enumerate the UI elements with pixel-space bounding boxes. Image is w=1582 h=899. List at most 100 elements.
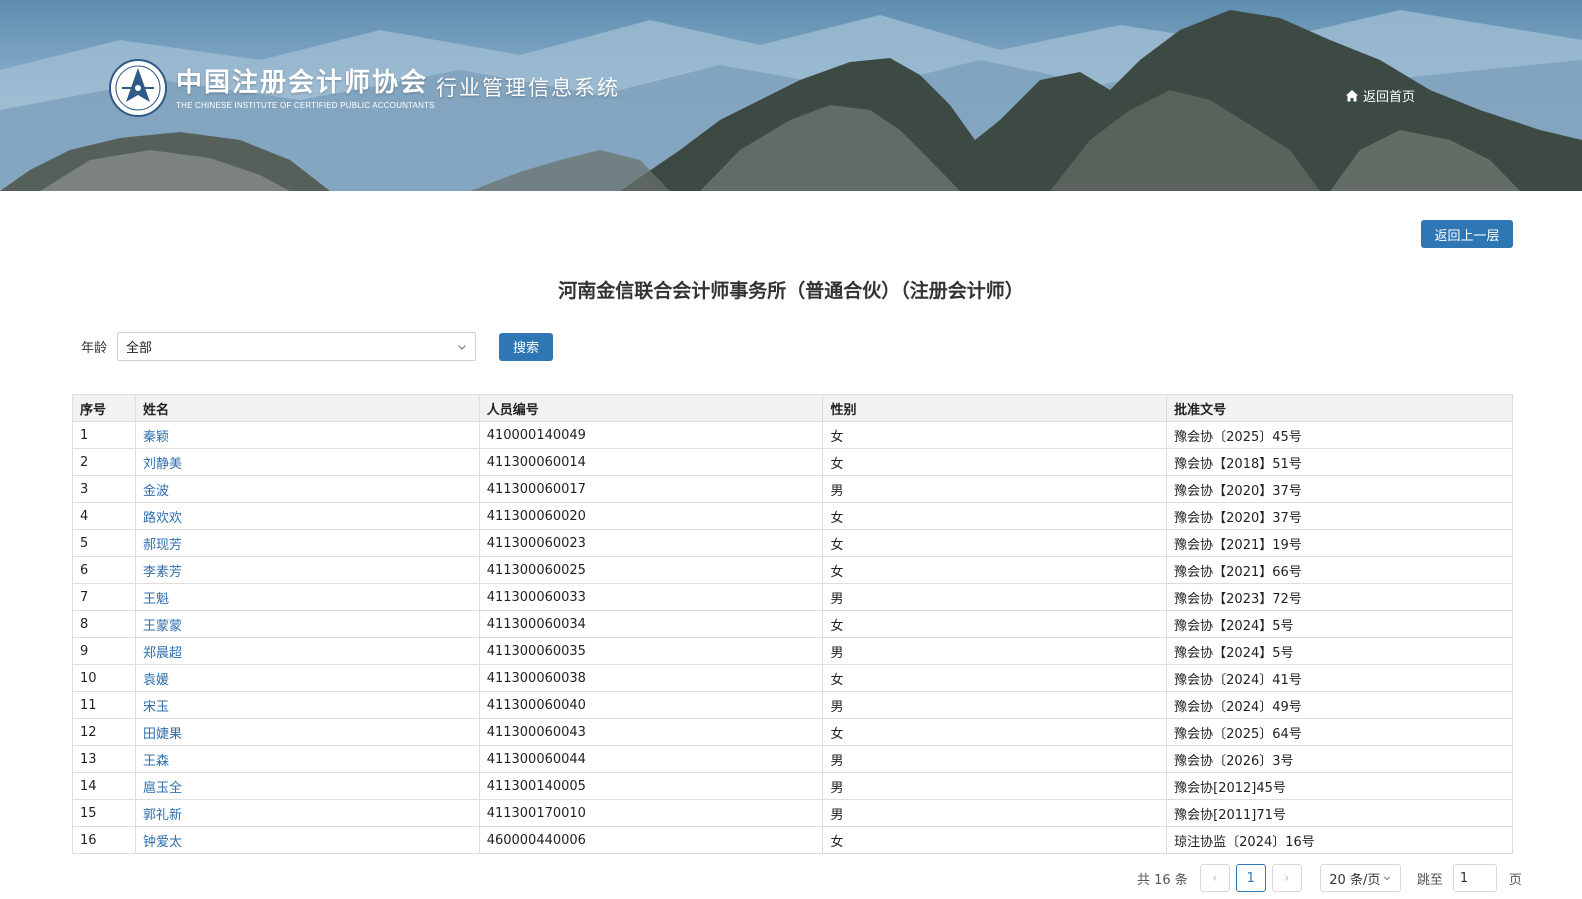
row-index: 10 [80, 670, 97, 686]
person-gender-cell: 女 [822, 826, 1168, 854]
person-id: 411300060035 [486, 643, 586, 659]
person-name-link[interactable]: 袁媛 [143, 673, 169, 688]
col-header-gender: 性别 [822, 394, 1168, 422]
person-name-link-cell: 王魁 [134, 583, 480, 611]
person-name-link-cell: 路欢欢 [134, 502, 480, 530]
jump-page-input[interactable] [1452, 864, 1497, 892]
row-index-cell: 14 [72, 772, 136, 800]
approval-number-cell: 豫会协〔2026〕3号 [1166, 745, 1513, 773]
page-unit-label: 页 [1508, 872, 1522, 888]
person-name-link[interactable]: 刘静美 [143, 457, 182, 472]
person-name-link-cell: 秦颖 [134, 421, 480, 449]
person-id-cell: 411300140005 [478, 772, 824, 800]
next-page-button[interactable]: › [1271, 864, 1302, 892]
person-name-link[interactable]: 李素芳 [143, 565, 182, 580]
approval-number: 豫会协【2021】66号 [1174, 564, 1302, 580]
age-select[interactable]: 全部 [117, 332, 476, 361]
person-id-cell: 411300060025 [478, 556, 824, 584]
home-link[interactable]: 返回首页 [1345, 86, 1415, 105]
person-name-link[interactable]: 王森 [143, 754, 169, 769]
org-logo[interactable]: 中国注册会计师协会 THE CHINESE INSTITUTE OF CERTI… [108, 58, 435, 118]
person-gender: 女 [830, 672, 844, 688]
person-id-cell: 411300060044 [478, 745, 824, 773]
page-1-button[interactable]: 1 [1235, 864, 1266, 892]
person-name-link[interactable]: 王蒙蒙 [143, 619, 182, 634]
approval-number: 豫会协【2018】51号 [1174, 456, 1302, 472]
row-index-cell: 12 [72, 718, 136, 746]
person-gender: 男 [830, 645, 844, 661]
person-id: 410000140049 [486, 427, 586, 443]
person-name-link[interactable]: 王魁 [143, 592, 169, 607]
person-gender-cell: 男 [822, 637, 1168, 665]
row-index: 7 [80, 589, 89, 605]
approval-number-cell: 豫会协〔2024〕49号 [1166, 691, 1513, 719]
row-index-cell: 8 [72, 610, 136, 638]
person-gender: 女 [830, 564, 844, 580]
person-name-link[interactable]: 路欢欢 [143, 511, 182, 526]
prev-page-button[interactable]: ‹ [1199, 864, 1230, 892]
page-size-value: 20 条/页 [1329, 872, 1381, 888]
approval-number: 豫会协〔2025〕45号 [1174, 429, 1302, 445]
approval-number: 豫会协【2023】72号 [1174, 591, 1302, 607]
person-name-link[interactable]: 宋玉 [143, 700, 169, 715]
row-index: 9 [80, 643, 89, 659]
person-name-link[interactable]: 郑晨超 [143, 646, 182, 661]
table-row: 2 刘静美 411300060014 女 豫会协【2018】51号 [72, 448, 1513, 476]
page-size-select[interactable]: 20 条/页 [1319, 864, 1401, 892]
person-gender-cell: 男 [822, 583, 1168, 611]
person-name-link[interactable]: 金波 [143, 484, 169, 499]
org-name-en: THE CHINESE INSTITUTE OF CERTIFIED PUBLI… [176, 101, 435, 110]
person-name-link-cell: 田婕果 [134, 718, 480, 746]
table-row: 16 钟爱太 460000440006 女 琼注协监〔2024〕16号 [72, 826, 1513, 854]
person-id-cell: 411300060033 [478, 583, 824, 611]
col-header-id: 人员编号 [478, 394, 824, 422]
row-index: 15 [80, 805, 97, 821]
person-name-link[interactable]: 郭礼新 [143, 808, 182, 823]
row-index-cell: 4 [72, 502, 136, 530]
person-id: 411300060044 [486, 751, 586, 767]
person-name-link[interactable]: 秦颖 [143, 430, 169, 445]
person-id: 411300060040 [486, 697, 586, 713]
table-row: 13 王森 411300060044 男 豫会协〔2026〕3号 [72, 745, 1513, 773]
person-id: 460000440006 [486, 832, 586, 848]
person-gender-cell: 女 [822, 529, 1168, 557]
person-id-cell: 411300060014 [478, 448, 824, 476]
person-id-cell: 411300060043 [478, 718, 824, 746]
person-gender: 女 [830, 726, 844, 742]
table-row: 7 王魁 411300060033 男 豫会协【2023】72号 [72, 583, 1513, 611]
person-id: 411300060033 [486, 589, 586, 605]
row-index: 8 [80, 616, 89, 632]
approval-number-cell: 豫会协【2021】19号 [1166, 529, 1513, 557]
person-gender-cell: 男 [822, 475, 1168, 503]
person-name-link[interactable]: 钟爱太 [143, 835, 182, 850]
person-name-link-cell: 袁媛 [134, 664, 480, 692]
row-index: 2 [80, 454, 89, 470]
person-gender: 男 [830, 780, 844, 796]
col-header-approval: 批准文号 [1166, 394, 1513, 422]
filter-bar: 年龄 全部 搜索 [81, 332, 553, 361]
person-id: 411300060025 [486, 562, 586, 578]
table-row: 14 扈玉全 411300140005 男 豫会协[2012]45号 [72, 772, 1513, 800]
person-name-link-cell: 王森 [134, 745, 480, 773]
approval-number: 豫会协〔2026〕3号 [1174, 753, 1294, 769]
row-index: 4 [80, 508, 89, 524]
approval-number-cell: 豫会协【2024】5号 [1166, 610, 1513, 638]
person-id: 411300140005 [486, 778, 586, 794]
person-id: 411300060023 [486, 535, 586, 551]
person-gender: 男 [830, 807, 844, 823]
back-button[interactable]: 返回上一层 [1421, 220, 1513, 248]
header-banner: 中国注册会计师协会 THE CHINESE INSTITUTE OF CERTI… [0, 0, 1582, 191]
row-index-cell: 9 [72, 637, 136, 665]
table-row: 9 郑晨超 411300060035 男 豫会协【2024】5号 [72, 637, 1513, 665]
approval-number-cell: 豫会协【2020】37号 [1166, 502, 1513, 530]
search-button[interactable]: 搜索 [499, 332, 553, 361]
person-gender-cell: 女 [822, 556, 1168, 584]
table-row: 11 宋玉 411300060040 男 豫会协〔2024〕49号 [72, 691, 1513, 719]
person-name-link[interactable]: 郝现芳 [143, 538, 182, 553]
person-name-link[interactable]: 扈玉全 [143, 781, 182, 796]
approval-number-cell: 豫会协〔2025〕45号 [1166, 421, 1513, 449]
person-name-link-cell: 郝现芳 [134, 529, 480, 557]
approval-number-cell: 豫会协〔2024〕41号 [1166, 664, 1513, 692]
person-name-link[interactable]: 田婕果 [143, 727, 182, 742]
person-gender: 男 [830, 699, 844, 715]
